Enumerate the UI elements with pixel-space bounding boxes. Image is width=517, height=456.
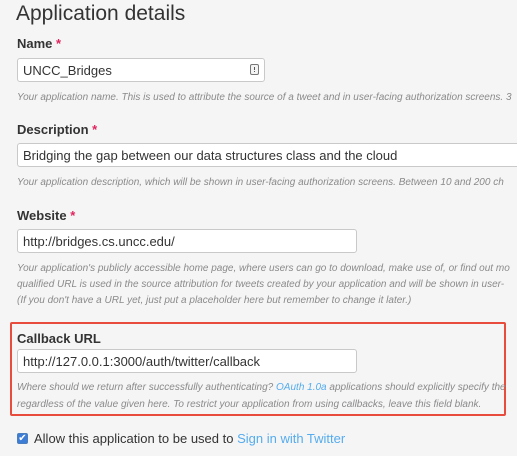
required-mark: * xyxy=(92,122,98,137)
description-input-value: Bridging the gap between our data struct… xyxy=(23,148,398,163)
description-label: Description * xyxy=(17,122,97,137)
signin-label-text: Allow this application to be used to xyxy=(34,431,238,446)
callback-url-input[interactable]: http://127.0.0.1:3000/auth/twitter/callb… xyxy=(17,349,357,373)
info-icon[interactable] xyxy=(250,64,259,75)
name-label: Name * xyxy=(17,36,61,51)
website-hint-line-2: qualified URL is used in the source attr… xyxy=(17,279,505,290)
page-title: Application details xyxy=(16,2,186,25)
name-input[interactable]: UNCC_Bridges xyxy=(17,58,265,82)
sign-in-with-twitter-link[interactable]: Sign in with Twitter xyxy=(237,431,345,446)
callback-hint-line-1: Where should we return after successfull… xyxy=(17,380,506,395)
name-input-value: UNCC_Bridges xyxy=(23,63,112,78)
website-hint-line-1: Your application's publicly accessible h… xyxy=(17,263,510,274)
callback-label: Callback URL xyxy=(17,331,101,346)
callback-hint-line-2: regardless of the value given here. To r… xyxy=(17,399,482,410)
callback-hint-text-cont: applications should explicitly specify t… xyxy=(326,382,506,393)
name-label-text: Name xyxy=(17,36,53,51)
signin-checkbox-label: Allow this application to be used to Sig… xyxy=(34,431,345,446)
website-label-text: Website xyxy=(17,208,67,223)
required-mark: * xyxy=(70,208,76,223)
website-input-value: http://bridges.cs.uncc.edu/ xyxy=(23,234,175,249)
description-label-text: Description xyxy=(17,122,89,137)
callback-hint-text: Where should we return after successfull… xyxy=(17,382,277,393)
website-input[interactable]: http://bridges.cs.uncc.edu/ xyxy=(17,229,357,253)
description-input[interactable]: Bridging the gap between our data struct… xyxy=(17,143,517,167)
oauth-link[interactable]: OAuth 1.0a xyxy=(276,382,327,393)
required-mark: * xyxy=(56,36,62,51)
website-label: Website * xyxy=(17,208,75,223)
signin-checkbox[interactable]: ✔ xyxy=(17,433,28,444)
description-hint: Your application description, which will… xyxy=(17,177,504,188)
website-hint-line-3: (If you don't have a URL yet, just put a… xyxy=(17,295,412,306)
name-hint: Your application name. This is used to a… xyxy=(17,92,512,103)
callback-url-value: http://127.0.0.1:3000/auth/twitter/callb… xyxy=(23,354,261,369)
